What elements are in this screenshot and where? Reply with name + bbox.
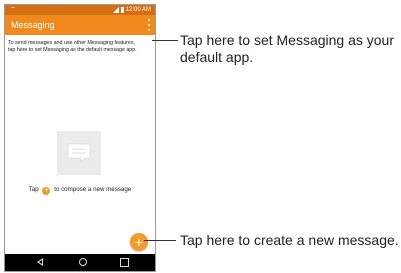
callout-default-app: Tap here to set Messaging as your defaul… (180, 32, 394, 66)
compose-hint-after: to compose a new message (54, 186, 132, 193)
back-icon[interactable] (37, 258, 43, 266)
phone-screen: ⌔ 12:00 AM Messaging To send messages an… (4, 4, 156, 272)
plus-icon: + (42, 187, 51, 195)
status-time: 12:00 AM (125, 7, 151, 13)
empty-state-text: Tap + to compose a new message (5, 185, 155, 195)
more-vertical-icon[interactable] (147, 19, 151, 31)
notification-icon: ⌔ (10, 7, 16, 13)
status-bar: ⌔ 12:00 AM (5, 5, 155, 15)
callout-default-app-line-2: default app. (180, 49, 254, 65)
app-bar: Messaging (5, 15, 155, 35)
compose-button[interactable]: + (130, 233, 148, 251)
battery-icon (120, 7, 124, 13)
callout-default-app-line-1: Tap here to set Messaging as your (180, 32, 395, 48)
default-app-banner[interactable]: To send messages and use other Messaging… (5, 36, 155, 62)
message-bubble-icon (57, 131, 101, 175)
status-indicators: 12:00 AM (112, 5, 151, 15)
compose-hint-before: Tap (28, 186, 39, 193)
callout-line-new-message (144, 240, 176, 241)
banner-line-2: tap here to set Messaging as the default… (8, 47, 137, 53)
navigation-bar (5, 254, 155, 271)
signal-icon (112, 7, 119, 13)
recent-apps-icon[interactable] (120, 258, 129, 267)
banner-line-1: To send messages and use other Messaging… (8, 40, 135, 46)
callout-line-default-app (152, 40, 178, 41)
app-title: Messaging (11, 20, 55, 30)
callout-new-message: Tap here to create a new message. (180, 232, 399, 248)
home-icon[interactable] (79, 258, 87, 266)
